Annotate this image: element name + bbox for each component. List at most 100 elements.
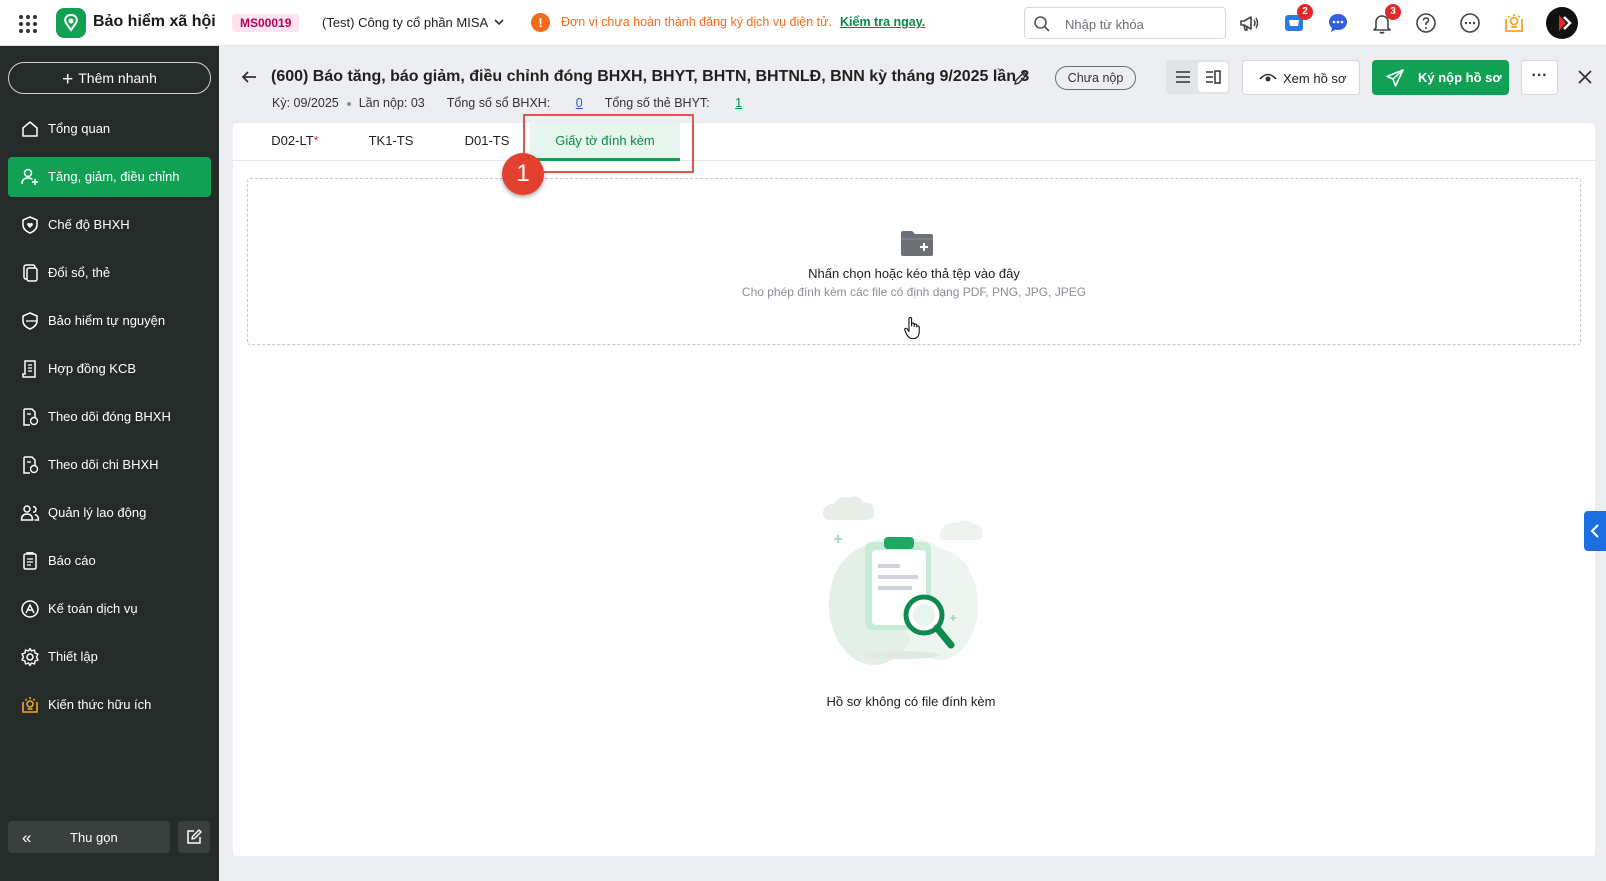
top-bar: Bảo hiểm xã hội MS00019 (Test) Công ty c… <box>0 0 1606 46</box>
tab-label: D01-TS <box>464 133 510 148</box>
org-code-badge[interactable]: MS00019 <box>232 14 300 32</box>
tab-bar: D02-LT* TK1-TS D01-TS Giấy tờ đính kèm <box>233 123 1595 161</box>
search-box[interactable] <box>1024 7 1226 39</box>
quick-add-button[interactable]: + Thêm nhanh <box>8 62 211 94</box>
tab-tk1-ts[interactable]: TK1-TS <box>343 123 439 161</box>
empty-clipboard-icon <box>823 496 983 665</box>
sidebar-item-settings[interactable]: Thiết lập <box>8 637 211 677</box>
sidebar: + Thêm nhanh Tổng quan Tăng, giảm, điều c… <box>0 46 219 881</box>
tab-d02-lt[interactable]: D02-LT* <box>247 123 343 161</box>
sidebar-item-voluntary[interactable]: Bảo hiểm tự nguyện <box>8 301 211 341</box>
sidebar-item-label: Chế độ BHXH <box>48 217 130 232</box>
sign-submit-label: Ký nộp hồ sơ <box>1418 70 1502 85</box>
view-dossier-label: Xem hồ sơ <box>1283 71 1347 86</box>
meta-row: Kỳ: 09/2025 Lần nộp: 03 Tổng số sổ BHXH: 0… <box>272 96 764 110</box>
contract-icon <box>22 360 36 378</box>
home-icon <box>22 121 38 137</box>
sidebar-item-track-payout[interactable]: Theo dõi chi BHXH <box>8 445 211 485</box>
chevron-down-icon[interactable] <box>492 15 506 29</box>
edit-button[interactable] <box>178 821 210 853</box>
chat-icon[interactable] <box>1326 11 1350 35</box>
org-name[interactable]: (Test) Công ty cổ phần MISA <box>322 15 488 30</box>
back-arrow-icon[interactable] <box>240 68 258 86</box>
sidebar-item-overview[interactable]: Tổng quan <box>8 109 211 149</box>
sidebar-item-label: Tăng, giảm, điều chỉnh <box>48 169 180 184</box>
page-title: (600) Báo tăng, báo giảm, điều chỉnh đón… <box>271 68 1030 85</box>
step-number-badge: 1 <box>502 153 544 195</box>
app-name: Bảo hiểm xã hội <box>93 13 216 30</box>
help-icon[interactable] <box>1414 11 1438 35</box>
gear-icon <box>21 647 39 667</box>
dropzone-subtitle: Cho phép đính kèm các file có định dạng … <box>741 285 1087 299</box>
sidebar-item-track-payment[interactable]: Theo dõi đóng BHXH <box>8 397 211 437</box>
status-badge: Chưa nộp <box>1055 66 1136 90</box>
view-dossier-button[interactable]: Xem hồ sơ <box>1242 60 1360 95</box>
detail-view-icon <box>1206 70 1221 84</box>
side-panel-toggle[interactable] <box>1584 511 1606 551</box>
shield-icon <box>22 312 38 330</box>
sidebar-item-labor[interactable]: Quản lý lao động <box>8 493 211 533</box>
close-icon[interactable] <box>1575 67 1595 87</box>
app-logo[interactable] <box>56 8 86 38</box>
list-icon <box>1176 71 1190 83</box>
cart-button[interactable]: 2 <box>1282 4 1313 35</box>
send-icon <box>1386 69 1404 87</box>
knowledge-icon <box>22 697 38 713</box>
check-now-link[interactable]: Kiểm tra ngay. <box>840 15 925 29</box>
sidebar-item-label: Kiến thức hữu ích <box>48 697 152 712</box>
tab-label: TK1-TS <box>368 133 414 148</box>
eye-icon <box>1259 73 1277 82</box>
sidebar-item-card-swap[interactable]: Đổi sổ, thẻ <box>8 253 211 293</box>
sidebar-item-label: Bảo hiểm tự nguyện <box>48 313 166 328</box>
sidebar-item-contract[interactable]: Hợp đồng KCB <box>8 349 211 389</box>
detail-view-button[interactable] <box>1198 62 1228 92</box>
app-grid-icon[interactable] <box>18 14 38 34</box>
total-bhyt-label: Tổng số thẻ BHYT: <box>604 96 710 110</box>
report-icon <box>23 552 37 570</box>
more-apps-icon[interactable] <box>1458 11 1482 35</box>
view-mode-toggle <box>1166 60 1230 94</box>
edit-icon <box>187 829 202 844</box>
plus-icon: + <box>62 69 74 90</box>
total-bhxh-link[interactable]: 0 <box>576 96 583 110</box>
sidebar-item-bhxh-benefits[interactable]: Chế độ BHXH <box>8 205 211 245</box>
pencil-icon[interactable] <box>1012 69 1030 87</box>
sidebar-item-label: Tổng quan <box>48 121 111 136</box>
notification-button[interactable]: 3 <box>1370 4 1401 35</box>
search-icon <box>1034 16 1050 32</box>
megaphone-icon[interactable] <box>1237 11 1261 35</box>
chevron-left-icon <box>1590 524 1599 538</box>
document-payout-icon <box>23 456 39 474</box>
tab-label: Giấy tờ đính kèm <box>555 133 655 148</box>
collapse-sidebar-button[interactable]: « Thu gọn <box>8 821 170 853</box>
more-options-button[interactable]: ··· <box>1521 60 1558 95</box>
double-chevron-left-icon: « <box>22 828 32 847</box>
tab-attachments[interactable]: Giấy tờ đính kèm <box>530 123 680 161</box>
search-input[interactable] <box>1065 14 1220 34</box>
sidebar-item-label: Báo cáo <box>48 553 96 568</box>
document-track-icon <box>23 408 39 426</box>
users-icon <box>20 505 40 521</box>
dropzone-title: Nhấn chọn hoặc kéo thả tệp vào đây <box>808 266 1020 281</box>
period-label: Kỳ: 09/2025 <box>272 96 339 110</box>
knowledge-icon[interactable] <box>1502 11 1526 35</box>
hand-cursor-icon <box>904 316 920 340</box>
total-bhyt-link[interactable]: 1 <box>735 96 742 110</box>
list-view-button[interactable] <box>1168 62 1198 92</box>
sidebar-item-adjust[interactable]: Tăng, giảm, điều chỉnh <box>8 157 211 197</box>
sidebar-item-report[interactable]: Báo cáo <box>8 541 211 581</box>
sidebar-nav: Tổng quan Tăng, giảm, điều chỉnh Chế độ … <box>8 109 211 733</box>
quick-add-label: Thêm nhanh <box>78 70 157 86</box>
empty-state-text: Hồ sơ không có file đính kèm <box>826 694 996 709</box>
accounting-icon <box>21 600 39 618</box>
required-mark: * <box>313 133 319 148</box>
avatar[interactable] <box>1546 7 1578 39</box>
sign-submit-button[interactable]: Ký nộp hồ sơ <box>1372 60 1509 95</box>
tab-label: D02-LT <box>271 133 314 148</box>
sidebar-item-label: Theo dõi chi BHXH <box>48 457 159 472</box>
sidebar-item-knowledge[interactable]: Kiến thức hữu ích <box>8 685 211 725</box>
total-bhxh-label: Tổng số sổ BHXH: <box>446 96 551 110</box>
submission-label: Lần nộp: 03 <box>358 96 425 110</box>
warning-text: Đơn vị chưa hoàn thành đăng ký dịch vụ đ… <box>561 15 832 29</box>
sidebar-item-accounting[interactable]: Kế toán dịch vụ <box>8 589 211 629</box>
